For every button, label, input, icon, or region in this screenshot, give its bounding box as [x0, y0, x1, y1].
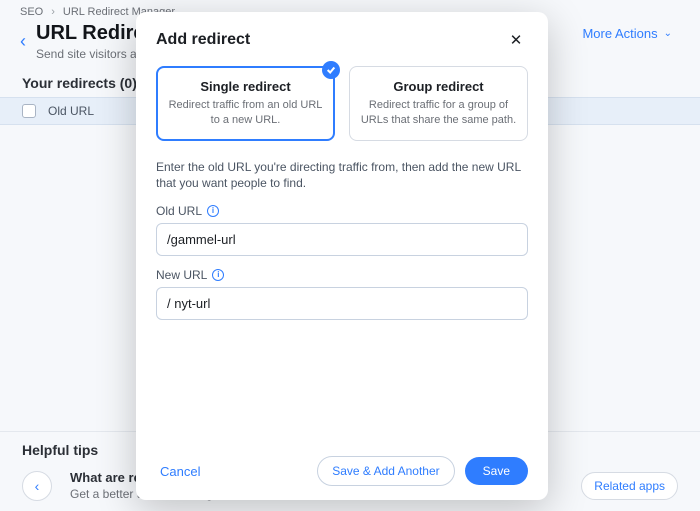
- back-chevron-icon[interactable]: ‹: [20, 31, 26, 52]
- modal-footer: Cancel Save & Add Another Save: [156, 456, 528, 486]
- new-url-input[interactable]: [156, 287, 528, 320]
- type-card-single[interactable]: Single redirect Redirect traffic from an…: [156, 66, 335, 141]
- type-single-title: Single redirect: [167, 79, 324, 94]
- selected-check-icon: [322, 61, 340, 79]
- old-url-field: Old URL i: [156, 204, 528, 256]
- add-redirect-modal: Add redirect ✕ Single redirect Redirect …: [136, 12, 548, 500]
- page-root: SEO › URL Redirect Manager ‹ URL Redirec…: [0, 0, 700, 511]
- save-button[interactable]: Save: [465, 457, 528, 485]
- new-url-label: New URL: [156, 268, 207, 282]
- column-old-url: Old URL: [48, 104, 94, 118]
- new-url-field: New URL i: [156, 268, 528, 320]
- save-add-another-button[interactable]: Save & Add Another: [317, 456, 454, 486]
- type-single-desc: Redirect traffic from an old URL to a ne…: [167, 98, 324, 128]
- info-icon[interactable]: i: [212, 269, 224, 281]
- close-icon: ✕: [510, 31, 523, 49]
- chevron-right-icon: ›: [51, 6, 55, 18]
- info-icon[interactable]: i: [207, 205, 219, 217]
- type-group-desc: Redirect traffic for a group of URLs tha…: [360, 98, 517, 128]
- helper-text: Enter the old URL you're directing traff…: [156, 159, 528, 193]
- select-all-checkbox[interactable]: [22, 104, 36, 118]
- tips-prev-button[interactable]: ‹: [22, 471, 52, 501]
- chevron-left-icon: ‹: [35, 478, 40, 494]
- more-actions-label: More Actions: [582, 26, 657, 41]
- cancel-button[interactable]: Cancel: [156, 458, 204, 485]
- more-actions-button[interactable]: More Actions ⌄: [574, 22, 680, 45]
- close-button[interactable]: ✕: [504, 28, 528, 52]
- redirect-type-selector: Single redirect Redirect traffic from an…: [156, 66, 528, 141]
- breadcrumb-parent[interactable]: SEO: [20, 6, 43, 18]
- type-group-title: Group redirect: [360, 79, 517, 94]
- old-url-input[interactable]: [156, 223, 528, 256]
- related-apps-button[interactable]: Related apps: [581, 472, 678, 500]
- type-card-group[interactable]: Group redirect Redirect traffic for a gr…: [349, 66, 528, 141]
- old-url-label: Old URL: [156, 204, 202, 218]
- chevron-down-icon: ⌄: [664, 28, 672, 39]
- modal-title: Add redirect: [156, 31, 250, 49]
